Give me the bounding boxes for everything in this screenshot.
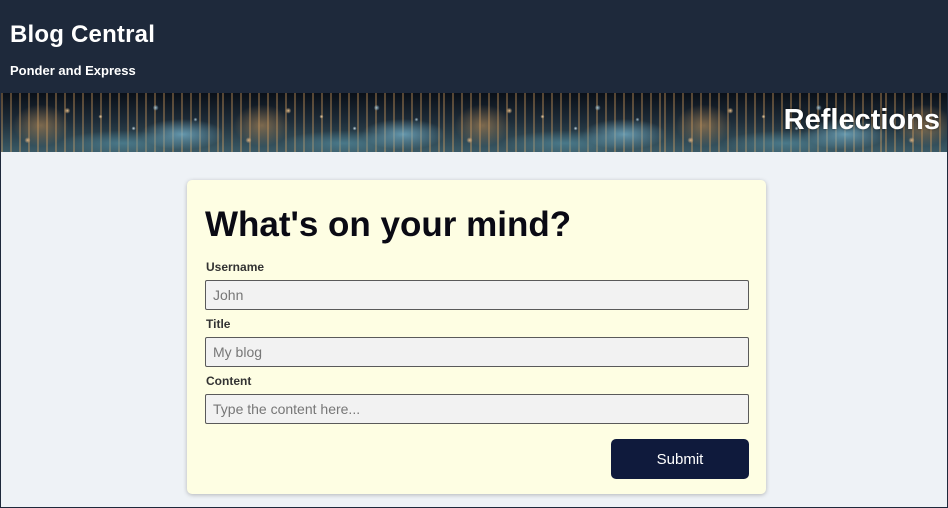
form-heading: What's on your mind? — [205, 205, 572, 244]
banner-title: Reflections — [783, 104, 940, 136]
title-input[interactable] — [205, 337, 749, 367]
site-tagline: Ponder and Express — [10, 63, 136, 78]
username-label: Username — [206, 260, 265, 274]
app-window: Blog Central Ponder and Express Reflecti… — [0, 0, 948, 508]
banner-image-tile — [222, 93, 443, 152]
banner-image-tile — [443, 93, 664, 152]
submit-button[interactable]: Submit — [611, 439, 749, 479]
username-input[interactable] — [205, 280, 749, 310]
banner-image-tile — [1, 93, 222, 152]
post-form-card: What's on your mind? Username Title Cont… — [187, 180, 766, 494]
content-label: Content — [206, 374, 252, 388]
site-header: Blog Central Ponder and Express — [1, 1, 947, 93]
site-title[interactable]: Blog Central — [10, 21, 155, 49]
title-label: Title — [206, 317, 231, 331]
content-input[interactable] — [205, 394, 749, 424]
